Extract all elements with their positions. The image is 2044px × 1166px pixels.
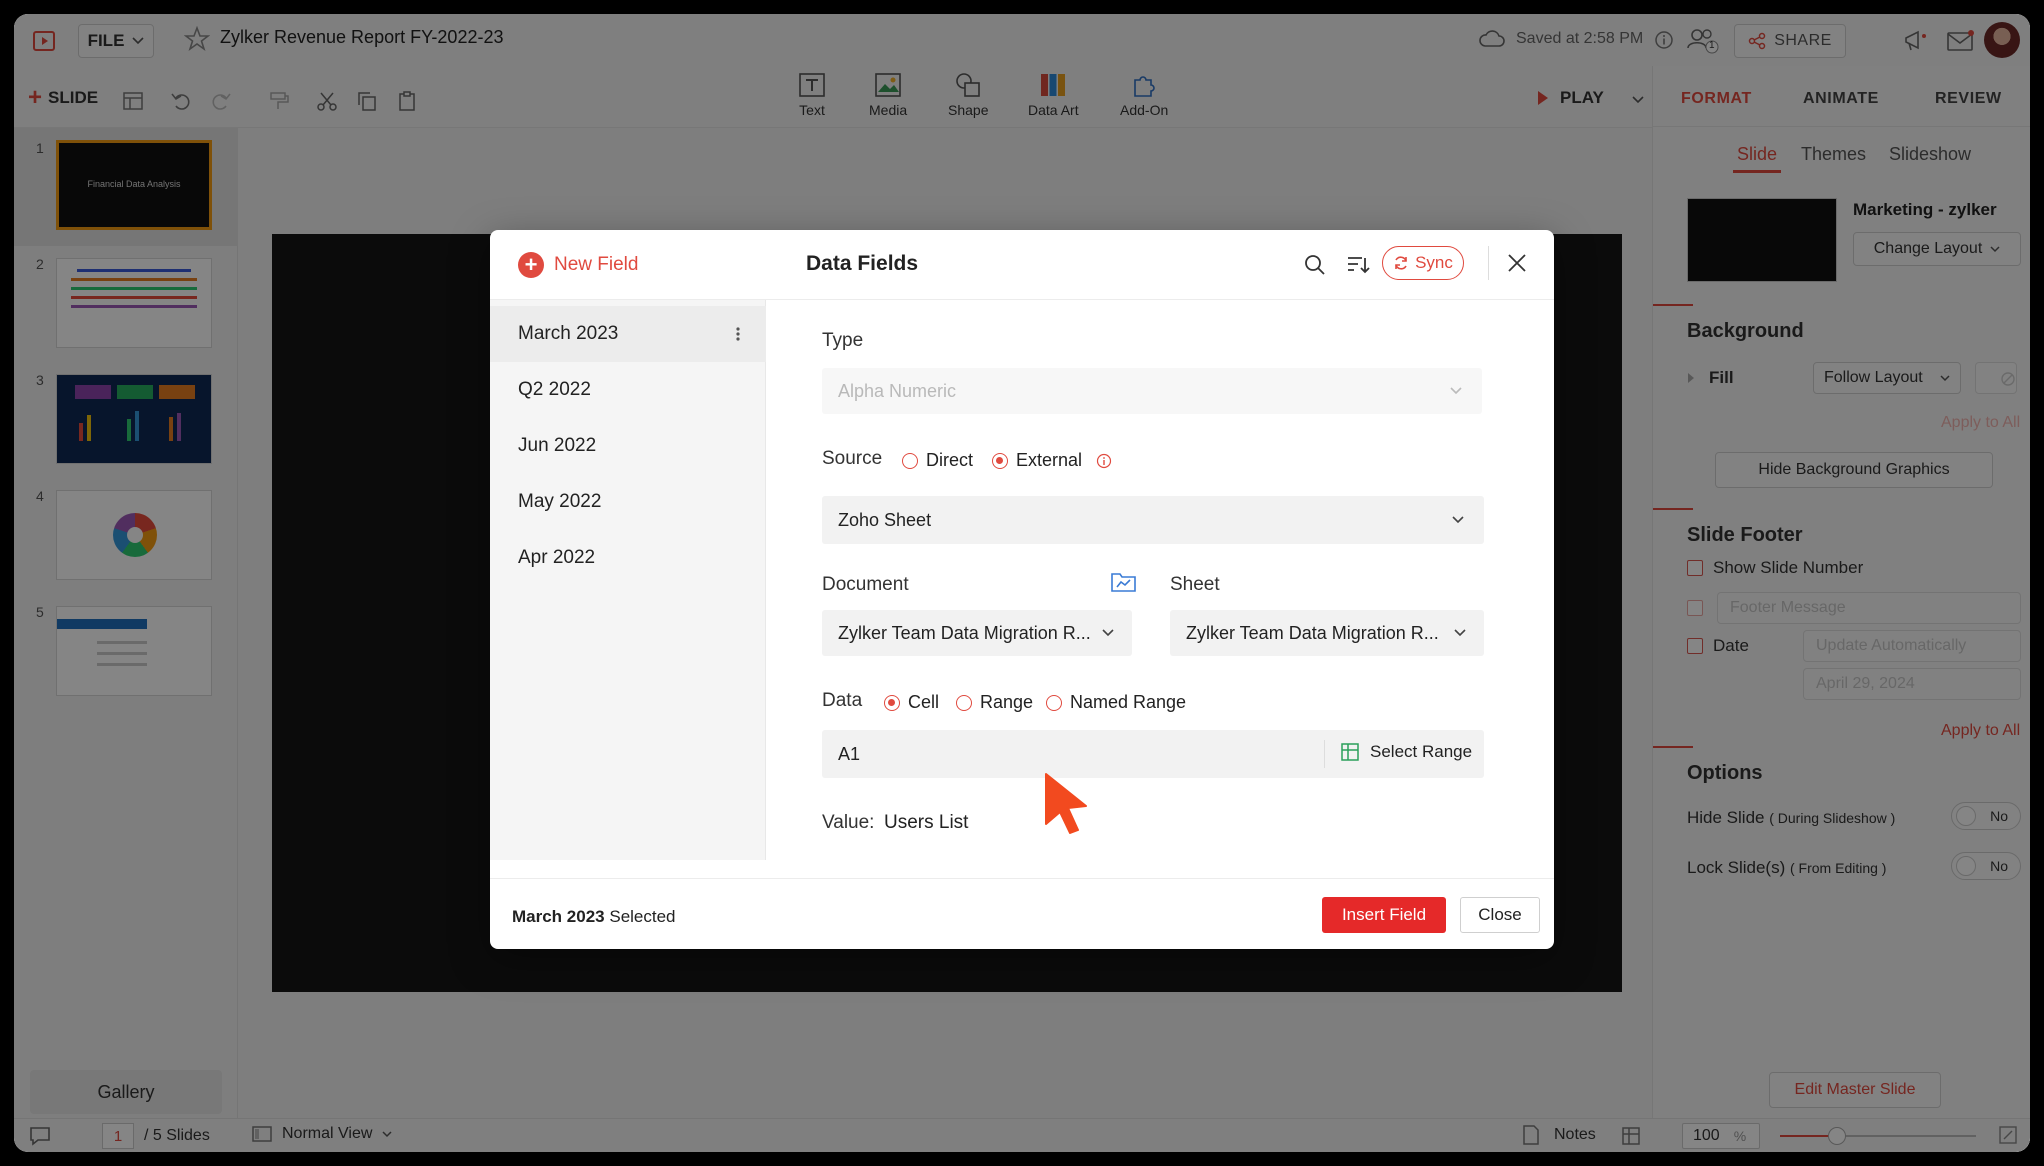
field-item-apr-2022[interactable]: Apr 2022 <box>490 530 766 586</box>
chevron-down-icon <box>1450 387 1462 395</box>
select-range-label: Select Range <box>1370 742 1473 761</box>
app-window: FILE Zylker Revenue Report FY-2022-23 Sa… <box>14 14 2030 1152</box>
input-divider <box>1324 740 1325 768</box>
data-named-range-label: Named Range <box>1070 692 1187 712</box>
value-text: Users List <box>884 812 969 833</box>
source-direct-radio[interactable]: Direct <box>902 450 973 471</box>
data-range-radio[interactable]: Range <box>956 692 1033 713</box>
more-options-icon[interactable] <box>736 326 740 342</box>
header-divider <box>1488 246 1489 280</box>
selected-suffix: Selected <box>609 907 676 926</box>
select-range-icon <box>1341 743 1359 761</box>
sheet-value: Zylker Team Data Migration R... <box>1186 622 1439 643</box>
cell-reference-value: A1 <box>838 743 861 764</box>
source-value: Zoho Sheet <box>838 509 932 530</box>
plus-circle-icon: + <box>518 252 544 278</box>
radio-button <box>902 452 918 469</box>
chevron-down-icon <box>1454 629 1466 637</box>
new-field-button[interactable]: + New Field <box>518 252 638 278</box>
source-select[interactable]: Zoho Sheet <box>822 496 1484 544</box>
chevron-down-icon <box>1452 516 1464 524</box>
selected-field-name: March 2023 <box>512 907 605 926</box>
field-list: March 2023 Q2 2022 Jun 2022 May 2022 Apr… <box>490 300 766 860</box>
source-external-radio[interactable]: External <box>992 450 1112 471</box>
sheet-select[interactable]: Zylker Team Data Migration R... <box>1170 610 1484 656</box>
source-external-label: External <box>1016 450 1083 470</box>
data-cell-label: Cell <box>908 692 940 712</box>
type-select[interactable]: Alpha Numeric <box>822 368 1482 414</box>
dialog-title: Data Fields <box>806 252 919 275</box>
value-label: Value: <box>822 812 875 833</box>
info-icon[interactable] <box>1096 453 1112 469</box>
radio-button <box>884 694 900 711</box>
field-item-label: March 2023 <box>518 323 619 344</box>
source-direct-label: Direct <box>926 450 974 470</box>
select-range-button[interactable]: Select Range <box>1340 742 1472 762</box>
data-named-range-radio[interactable]: Named Range <box>1046 692 1186 713</box>
radio-button <box>992 452 1008 469</box>
sync-button[interactable]: Sync <box>1382 246 1464 280</box>
search-icon[interactable] <box>1304 254 1326 276</box>
chevron-down-icon <box>1102 629 1114 637</box>
new-field-label: New Field <box>554 254 639 275</box>
sheet-label: Sheet <box>1170 574 1220 595</box>
type-value: Alpha Numeric <box>838 380 957 401</box>
document-select[interactable]: Zylker Team Data Migration R... <box>822 610 1132 656</box>
data-range-label: Range <box>980 692 1034 712</box>
radio-button <box>956 694 972 711</box>
field-item-q2-2022[interactable]: Q2 2022 <box>490 362 766 418</box>
browse-document-icon[interactable] <box>1110 570 1138 594</box>
field-item-jun-2022[interactable]: Jun 2022 <box>490 418 766 474</box>
field-item-may-2022[interactable]: May 2022 <box>490 474 766 530</box>
type-label: Type <box>822 330 864 351</box>
data-cell-radio[interactable]: Cell <box>884 692 939 713</box>
insert-field-button[interactable]: Insert Field <box>1322 897 1446 933</box>
source-label: Source <box>822 448 883 469</box>
field-item-march-2023[interactable]: March 2023 <box>490 306 766 362</box>
dialog-header: + New Field Data Fields Sync <box>490 230 1554 300</box>
close-button[interactable]: Close <box>1460 897 1540 933</box>
data-fields-dialog: + New Field Data Fields Sync March 2023 <box>490 230 1554 949</box>
document-value: Zylker Team Data Migration R... <box>838 622 1091 643</box>
sort-icon[interactable] <box>1346 254 1370 276</box>
radio-button <box>1046 694 1062 711</box>
close-icon[interactable] <box>1506 252 1528 274</box>
mouse-cursor-icon <box>1042 772 1090 834</box>
sync-label: Sync <box>1415 253 1453 272</box>
sync-icon <box>1395 256 1407 270</box>
data-label: Data <box>822 690 863 711</box>
selection-status: March 2023 Selected <box>512 907 676 927</box>
document-label: Document <box>822 574 909 595</box>
